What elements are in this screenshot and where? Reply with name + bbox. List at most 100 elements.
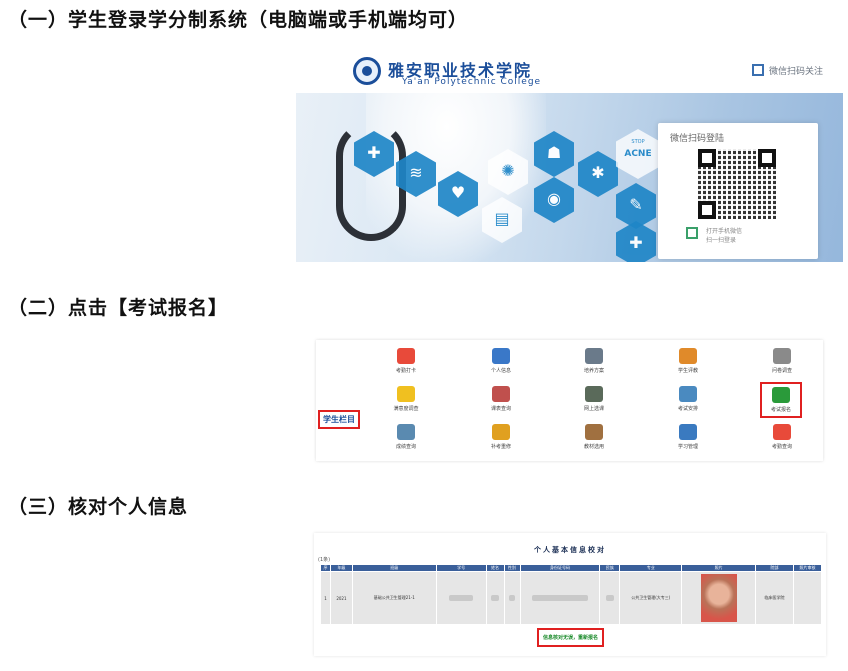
menu-item-icon xyxy=(679,348,697,364)
menu-item[interactable]: 学生评教 xyxy=(658,348,718,374)
step2-heading: （二）点击【考试报名】 xyxy=(8,297,229,319)
qr-scan-icon xyxy=(751,64,764,76)
qr-finder-top-right xyxy=(758,149,776,167)
qr-tip-line2: 扫一扫登录 xyxy=(706,237,737,244)
menu-item[interactable]: 课表查询 xyxy=(471,386,531,412)
menu-item[interactable]: 成绩查询 xyxy=(376,424,436,450)
school-name-en: Ya'an Polytechnic College xyxy=(402,77,542,87)
qr-tip-line1: 打开手机微信 xyxy=(706,228,743,235)
table-header-cell: 序 xyxy=(320,564,331,572)
login-screenshot: 雅安职业技术学院 Ya'an Polytechnic College 微信扫码关… xyxy=(296,51,843,262)
menu-item-label: 考试报名 xyxy=(770,407,791,413)
menu-item[interactable]: 培养方案 xyxy=(564,348,624,374)
cell-department: 临床医学院 xyxy=(755,571,794,625)
menu-item-icon xyxy=(773,348,791,364)
table-header-cell: 院部 xyxy=(755,564,794,572)
menu-item-label: 考勤打卡 xyxy=(395,368,416,374)
menu-item[interactable]: 网上选课 xyxy=(564,386,624,412)
menu-item[interactable]: 考试报名 xyxy=(760,382,802,418)
student-section-label: 学生栏目 xyxy=(318,410,360,429)
cell-name xyxy=(485,571,505,625)
info-title: 个人基本信息校对 xyxy=(534,546,606,554)
menu-item-label: 成绩查询 xyxy=(395,444,416,450)
menu-item[interactable]: 个人信息 xyxy=(471,348,531,374)
menu-item-icon xyxy=(492,348,510,364)
table-header-cell: 姓名 xyxy=(485,564,505,572)
login-header: 雅安职业技术学院 Ya'an Polytechnic College 微信扫码关… xyxy=(296,51,843,93)
menu-item[interactable]: 学习管理 xyxy=(658,424,718,450)
table-header-cell: 身份证号码 xyxy=(519,564,601,572)
table-header-cell: 班级 xyxy=(351,564,437,572)
menu-item-icon xyxy=(397,424,415,440)
table-row: 1 2021 基础公共卫生管理21-1 公共卫生管理(大专三) 临床医学院 xyxy=(320,571,823,625)
cell-major: 公共卫生管理(大专三) xyxy=(619,571,683,625)
redacted-gender xyxy=(509,594,516,601)
redacted-student-id xyxy=(449,594,474,601)
record-count: (1条) xyxy=(318,557,331,563)
student-photo xyxy=(700,573,737,622)
scan-icon xyxy=(686,227,698,239)
menu-item-icon xyxy=(585,348,603,364)
qr-login-tip: 打开手机微信 扫一扫登录 xyxy=(706,227,742,245)
menu-item-icon xyxy=(492,386,510,402)
menu-item[interactable]: 问卷调查 xyxy=(752,348,812,374)
menu-item-label: 教材选用 xyxy=(583,444,604,450)
step3-heading: （三）核对个人信息 xyxy=(8,496,189,518)
cell-class: 基础公共卫生管理21-1 xyxy=(351,571,437,625)
cell-index: 1 xyxy=(320,571,331,625)
wechat-login-panel: 微信扫码登陆 打开手机微信 扫一扫登录 xyxy=(658,123,818,259)
confirm-register-button[interactable]: 信息核对无误，重新报名 xyxy=(537,628,605,647)
qr-finder-bottom-left xyxy=(698,201,716,219)
menu-item-icon xyxy=(772,387,790,403)
menu-item[interactable]: 考勤打卡 xyxy=(376,348,436,374)
qr-login-title: 微信扫码登陆 xyxy=(670,134,725,144)
menu-item-icon xyxy=(397,386,415,402)
cell-student-id xyxy=(435,571,487,625)
menu-item-label: 学习管理 xyxy=(677,444,698,450)
menu-item-icon xyxy=(773,424,791,440)
menu-item-label: 学生评教 xyxy=(677,368,698,374)
table-header-cell: 性别 xyxy=(503,564,521,572)
table-header-cell: 年级 xyxy=(329,564,353,572)
menu-item[interactable]: 考勤查询 xyxy=(752,424,812,450)
personal-info-table: 序年级 班级 学号 姓名 性别 身份证号码 民族 专业 照片 院部 照片审核 1 2021 基础公共… xyxy=(320,564,823,625)
cell-id-number xyxy=(519,571,601,625)
redacted-ethnicity xyxy=(605,594,614,601)
menu-item-label: 问卷调查 xyxy=(771,368,792,374)
cell-photo-review xyxy=(792,571,823,625)
menu-item[interactable]: 补考重修 xyxy=(471,424,531,450)
personal-info-screenshot: 个人基本信息校对 (1条) 序年级 班级 学号 姓名 性别 身份证号码 民族 专业 照片 院部 照片… xyxy=(314,533,826,656)
menu-item-label: 培养方案 xyxy=(583,368,604,374)
menu-item-icon xyxy=(585,386,603,402)
redacted-name xyxy=(491,594,500,601)
table-header-cell: 照片审核 xyxy=(792,564,823,572)
menu-item-icon xyxy=(397,348,415,364)
table-header-cell: 学号 xyxy=(435,564,487,572)
redacted-id-number xyxy=(531,594,588,601)
menu-item-label: 考勤查询 xyxy=(771,444,792,450)
hex-stop-label: STOP xyxy=(631,139,645,145)
menu-item-label: 个人信息 xyxy=(490,368,511,374)
menu-item-label: 课表查询 xyxy=(490,406,511,412)
qr-finder-top-left xyxy=(698,149,716,167)
step1-heading: （一）学生登录学分制系统（电脑端或手机端均可） xyxy=(8,9,469,31)
cell-gender xyxy=(503,571,521,625)
hex-acne-label: ACNE xyxy=(624,149,652,159)
table-header-cell: 照片 xyxy=(681,564,757,572)
cell-photo xyxy=(681,571,757,625)
menu-item[interactable]: 考试安排 xyxy=(658,386,718,412)
menu-item-label: 网上选课 xyxy=(583,406,604,412)
cell-grade: 2021 xyxy=(329,571,353,625)
wechat-follow-label: 微信扫码关注 xyxy=(768,67,823,77)
menu-item-icon xyxy=(492,424,510,440)
menu-item[interactable]: 教材选用 xyxy=(564,424,624,450)
table-header-cell: 专业 xyxy=(619,564,683,572)
wechat-follow-link[interactable]: 微信扫码关注 xyxy=(751,64,823,77)
menu-item-icon xyxy=(679,386,697,402)
student-menu-screenshot: 学生栏目 考勤打卡 个人信息 培养方案 学生评教 问卷调查满意度调查 课表查询 网上选课 考试… xyxy=(316,340,823,461)
menu-item-label: 满意度调查 xyxy=(393,406,419,412)
menu-item[interactable]: 满意度调查 xyxy=(376,386,436,412)
menu-item-icon xyxy=(585,424,603,440)
school-logo xyxy=(353,57,381,85)
menu-item-icon xyxy=(679,424,697,440)
